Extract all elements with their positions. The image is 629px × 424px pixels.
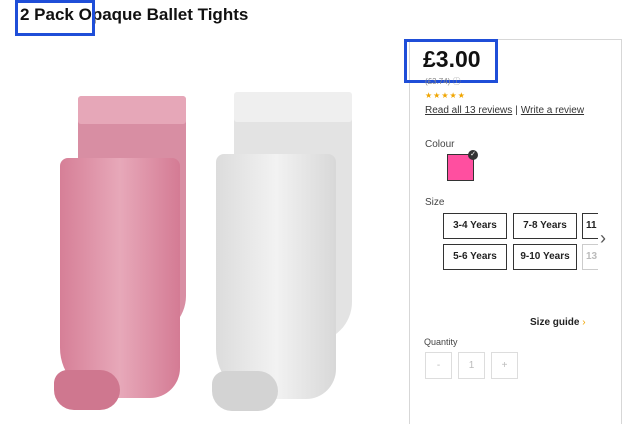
size-options: 3-4 Years 7-8 Years 11 5-6 Years 9-10 Ye…: [443, 213, 598, 272]
read-reviews-link[interactable]: Read all 13 reviews: [425, 105, 512, 116]
size-option-13[interactable]: 13: [582, 244, 598, 270]
review-separator: |: [515, 105, 518, 116]
size-guide-link[interactable]: Size guide ›: [530, 317, 586, 328]
quantity-minus-button[interactable]: -: [425, 352, 452, 379]
quantity-label: Quantity: [424, 337, 458, 347]
colour-label: Colour: [425, 139, 455, 150]
size-guide-label: Size guide: [530, 317, 580, 328]
rating-stars-icon: ★★★★★: [425, 91, 466, 100]
quantity-input[interactable]: 1: [458, 352, 485, 379]
size-guide-arrow-icon: ›: [582, 317, 586, 328]
title-highlight-box: [15, 0, 95, 36]
quantity-plus-button[interactable]: +: [491, 352, 518, 379]
chevron-right-icon[interactable]: ›: [600, 228, 606, 249]
was-price: (£3.74) ⓘ: [425, 77, 461, 86]
reviews-row: Read all 13 reviews | Write a review: [425, 105, 584, 116]
size-option-9-10-years[interactable]: 9-10 Years: [513, 244, 577, 270]
selected-check-icon: ✓: [468, 150, 478, 160]
size-option-3-4-years[interactable]: 3-4 Years: [443, 213, 507, 239]
size-option-11[interactable]: 11: [582, 213, 598, 239]
product-image[interactable]: [50, 80, 370, 415]
size-label: Size: [425, 197, 445, 208]
size-option-7-8-years[interactable]: 7-8 Years: [513, 213, 577, 239]
size-option-5-6-years[interactable]: 5-6 Years: [443, 244, 507, 270]
pink-tights-front: [54, 158, 180, 410]
white-tights-front: [212, 154, 336, 411]
write-review-link[interactable]: Write a review: [521, 105, 584, 116]
